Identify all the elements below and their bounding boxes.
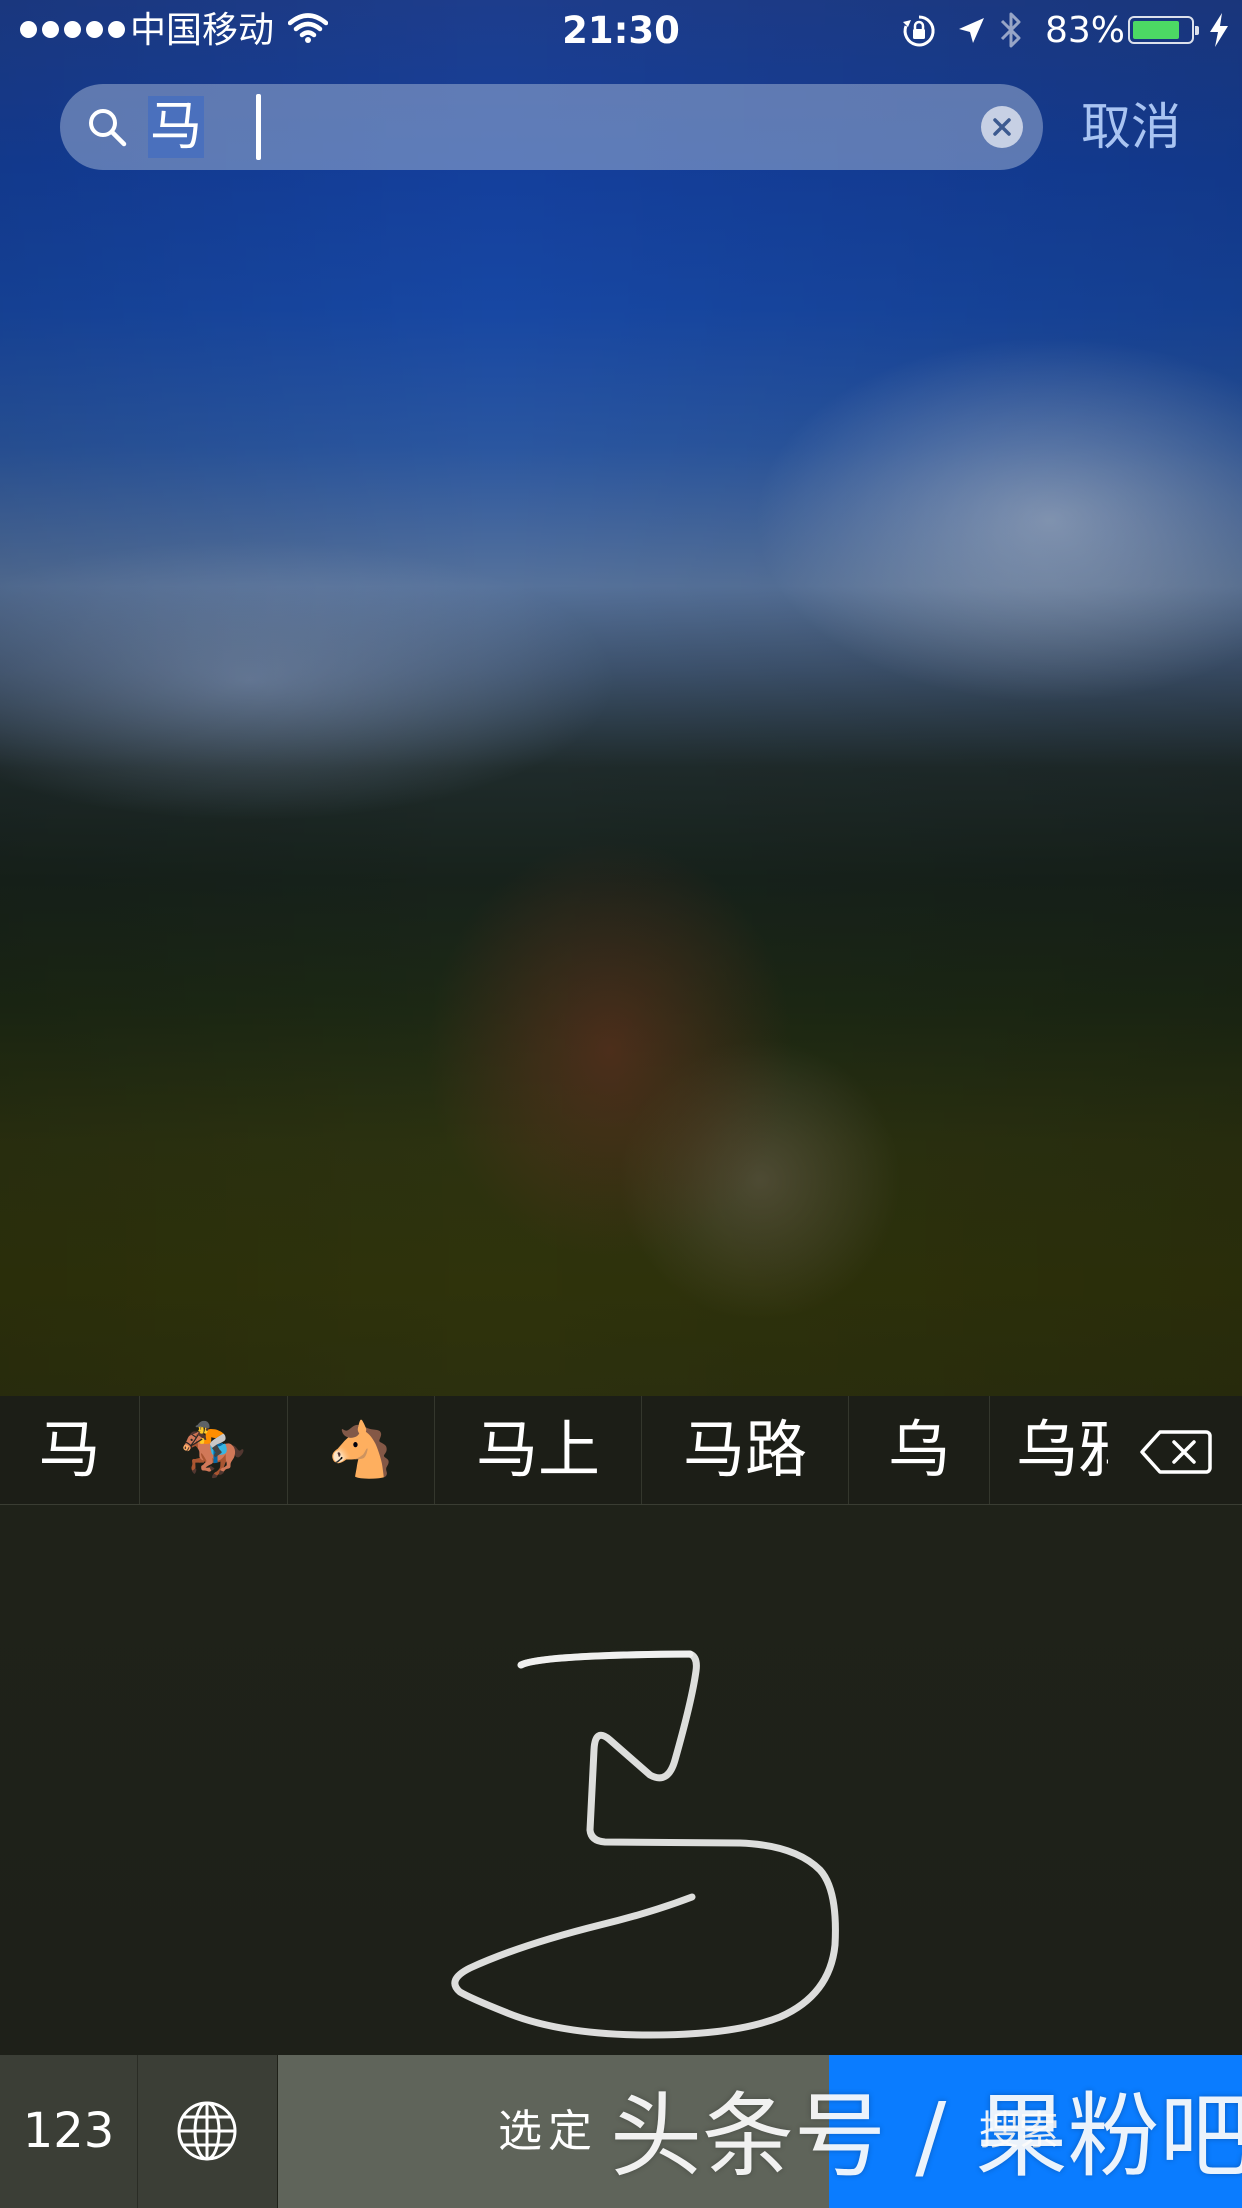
- delete-button[interactable]: [1108, 1396, 1242, 1504]
- select-key-label: 选定: [498, 2106, 598, 2157]
- cancel-button[interactable]: 取消: [1081, 90, 1181, 164]
- location-arrow-icon: [956, 14, 986, 56]
- wallpaper: [0, 0, 1242, 1396]
- battery-percentage: 83%: [1045, 10, 1126, 51]
- status-bar: 中国移动 21:30 83%: [0, 0, 1242, 62]
- numbers-key[interactable]: 123: [0, 2055, 138, 2208]
- battery-icon: [1128, 16, 1199, 44]
- candidate-item[interactable]: 马上: [435, 1396, 642, 1504]
- globe-key[interactable]: [138, 2055, 277, 2208]
- bluetooth-icon: [998, 10, 1024, 60]
- search-icon: [86, 106, 128, 152]
- candidate-item[interactable]: 乌: [849, 1396, 990, 1504]
- rotation-lock-icon: [902, 14, 936, 58]
- watermark-text: 头条号 / 果粉吧: [610, 2083, 1242, 2190]
- text-cursor: [256, 94, 261, 160]
- candidate-item[interactable]: 马: [0, 1396, 140, 1504]
- backspace-icon: [1140, 1430, 1212, 1474]
- candidate-item[interactable]: 🐴: [288, 1396, 435, 1504]
- candidate-bar: 马 🏇 🐴 马上 马路 乌 乌鸦: [0, 1396, 1242, 1505]
- handwritten-stroke: [451, 1650, 839, 2039]
- candidate-item[interactable]: 🏇: [140, 1396, 288, 1504]
- close-icon: [993, 118, 1011, 136]
- handwriting-area[interactable]: [0, 1505, 1242, 2055]
- search-field[interactable]: 马: [60, 84, 1043, 170]
- clear-text-button[interactable]: [981, 106, 1023, 148]
- charging-bolt-icon: [1208, 12, 1230, 58]
- candidate-item[interactable]: 乌鸦: [990, 1396, 1110, 1504]
- globe-icon: [177, 2101, 237, 2161]
- search-input[interactable]: 马: [148, 96, 205, 158]
- candidate-item[interactable]: 马路: [642, 1396, 849, 1504]
